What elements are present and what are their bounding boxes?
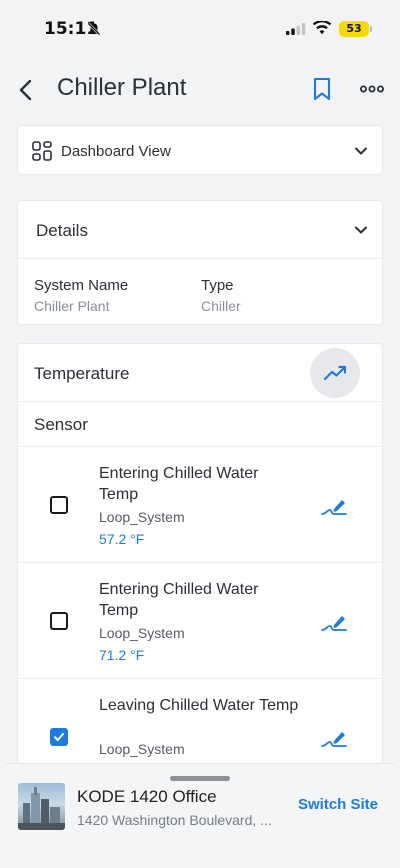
details-card: Details System Name Chiller Plant Type C… — [17, 200, 383, 325]
sensor-value: 57.2 °F — [99, 531, 145, 547]
trend-button[interactable] — [310, 348, 360, 398]
system-name-label: System Name — [34, 277, 129, 294]
sensor-loop: Loop_System — [99, 741, 185, 757]
dashboard-view-dropdown[interactable]: Dashboard View — [17, 125, 383, 175]
sensor-checkbox[interactable] — [50, 612, 68, 630]
sensor-name: Entering Chilled Water Temp — [99, 581, 259, 619]
sensor-header-label: Sensor — [34, 415, 88, 434]
wifi-icon — [313, 21, 331, 35]
details-header[interactable]: Details — [18, 201, 382, 259]
sensor-name: Entering Chilled Water Temp — [99, 465, 259, 503]
page-title: Chiller Plant — [57, 74, 187, 101]
sensor-name: Leaving Chilled Water Temp — [99, 697, 299, 714]
bell-slash-icon — [87, 22, 101, 36]
chevron-down-icon — [355, 147, 367, 155]
type-value: Chiller — [201, 298, 241, 314]
battery-level: 53 — [339, 21, 369, 37]
sensor-loop: Loop_System — [99, 625, 185, 641]
site-building-image — [18, 783, 65, 830]
temperature-card: Temperature Sensor Entering Chilled Wate… — [17, 343, 383, 763]
trend-line-icon — [324, 365, 346, 381]
sensor-checkbox[interactable] — [50, 496, 68, 514]
edit-pencil-icon[interactable] — [321, 495, 347, 517]
sensor-checkbox-checked[interactable] — [50, 728, 68, 746]
sensor-row: Leaving Chilled Water Temp Loop_System — [18, 679, 382, 763]
back-chevron-icon[interactable] — [16, 78, 36, 102]
navigation-bar: Chiller Plant — [0, 68, 400, 112]
switch-site-button[interactable]: Switch Site — [298, 796, 378, 813]
site-name: KODE 1420 Office — [77, 787, 217, 806]
more-dots-icon[interactable] — [360, 82, 384, 96]
cellular-signal-icon — [286, 23, 306, 35]
status-bar: 15:11 53 — [0, 0, 400, 60]
checkmark-icon — [54, 733, 64, 741]
sensor-value: 71.2 °F — [99, 647, 145, 663]
bookmark-icon[interactable] — [312, 77, 332, 101]
edit-pencil-icon[interactable] — [321, 611, 347, 633]
details-title: Details — [36, 221, 88, 240]
dashboard-view-label: Dashboard View — [61, 143, 171, 160]
type-label: Type — [201, 277, 234, 294]
site-bottom-sheet: KODE 1420 Office 1420 Washington Bouleva… — [0, 763, 400, 868]
system-name-value: Chiller Plant — [34, 298, 110, 314]
battery-icon — [370, 26, 372, 32]
site-address: 1420 Washington Boulevard, ... — [77, 812, 272, 828]
sensor-row: Entering Chilled Water Temp Loop_System … — [18, 563, 382, 679]
sensor-column-header: Sensor — [18, 402, 382, 447]
sensor-loop: Loop_System — [99, 509, 185, 525]
sheet-grabber[interactable] — [170, 776, 230, 781]
temperature-header: Temperature — [18, 344, 382, 402]
edit-pencil-icon[interactable] — [321, 727, 347, 749]
temperature-title: Temperature — [34, 364, 130, 383]
grid-icon — [32, 141, 52, 161]
sensor-row: Entering Chilled Water Temp Loop_System … — [18, 447, 382, 563]
chevron-down-icon — [355, 226, 367, 234]
